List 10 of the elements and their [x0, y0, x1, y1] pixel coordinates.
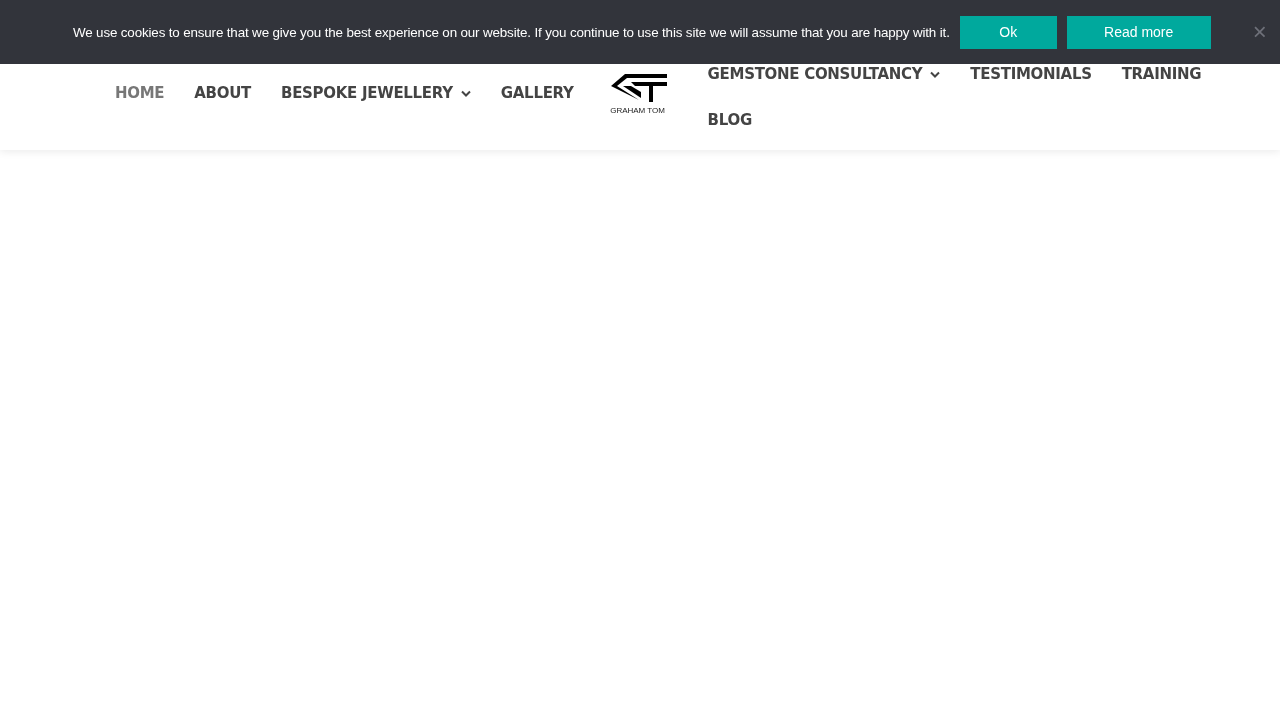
nav-link[interactable]: BLOG — [707, 111, 752, 129]
nav-link[interactable]: TESTIMONIALS — [970, 65, 1092, 83]
nav-link[interactable]: ABOUT — [194, 84, 251, 102]
nav-link[interactable]: HOME — [115, 84, 165, 102]
nav-link[interactable]: GEMSTONE CONSULTANCY — [707, 65, 941, 83]
nav-link[interactable]: TRAINING — [1121, 65, 1202, 83]
logo-text: GRAHAM TOM — [610, 105, 665, 115]
cookie-message: We use cookies to ensure that we give you the best experience on our website. If you continue to use this site we will assume that you are happy with it. — [73, 24, 950, 40]
nav-link[interactable]: GALLERY — [500, 84, 574, 102]
nav-link[interactable]: BESPOKE JEWELLERY — [281, 84, 471, 102]
